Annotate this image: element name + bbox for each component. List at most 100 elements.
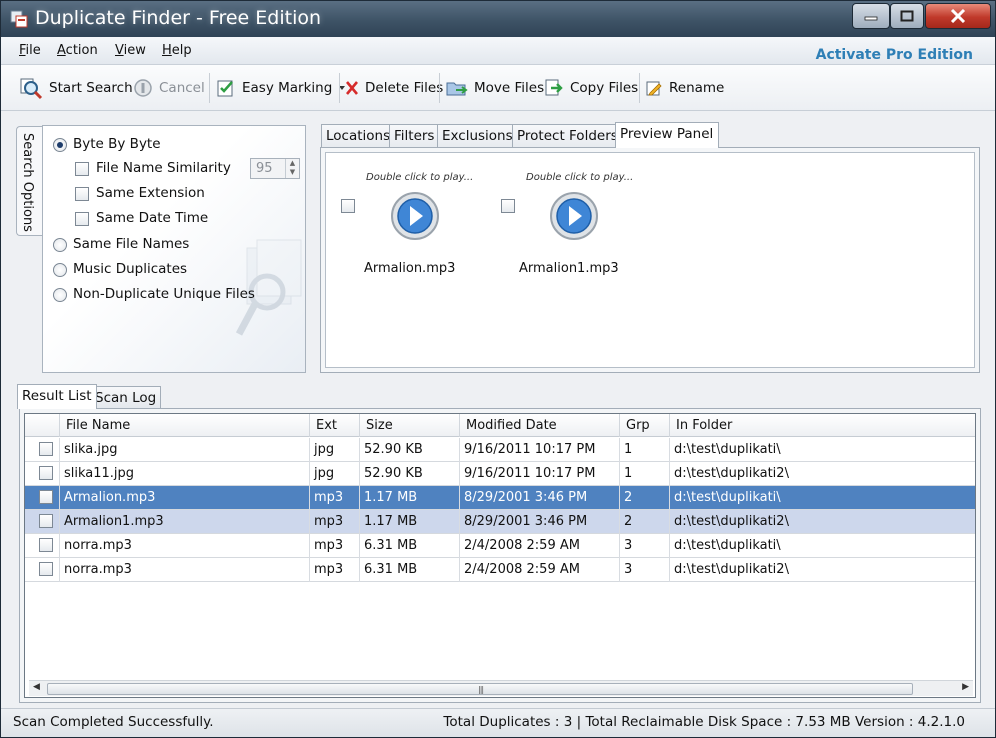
delete-files-button[interactable]: Delete Files [345, 75, 443, 101]
row-checkbox[interactable] [39, 538, 53, 552]
close-button[interactable] [925, 3, 991, 29]
tab-scan-log[interactable]: Scan Log [90, 386, 162, 409]
cell-size: 52.90 KB [360, 462, 460, 486]
music-duplicates-radio[interactable] [53, 263, 67, 277]
table-row[interactable]: Armalion.mp3 mp3 1.17 MB 8/29/2001 3:46 PM 2… [25, 486, 975, 510]
cell-modified-date: 8/29/2001 3:46 PM [460, 510, 620, 534]
tab-protect-folders[interactable]: Protect Folders [512, 124, 624, 148]
cell-ext: mp3 [310, 510, 360, 534]
preview-hint: Double click to play... [526, 172, 634, 183]
cancel-button[interactable]: Cancel [133, 75, 205, 101]
tab-result-list[interactable]: Result List [17, 384, 97, 409]
title-bar[interactable]: Duplicate Finder - Free Edition [1, 1, 995, 37]
non-duplicate-unique-radio[interactable] [53, 288, 67, 302]
activate-pro-link[interactable]: Activate Pro Edition [816, 47, 973, 63]
start-search-label: Start Search [49, 80, 133, 96]
delete-x-icon [346, 81, 358, 95]
rename-button[interactable]: Rename [645, 75, 724, 101]
col-size[interactable]: Size [360, 414, 460, 437]
tab-preview-panel[interactable]: Preview Panel [615, 122, 720, 148]
menu-view[interactable]: View [115, 43, 146, 58]
menu-action[interactable]: Action [57, 43, 98, 58]
preview-area: Double click to play... Armalion.mp3 Dou… [325, 152, 975, 368]
maximize-button[interactable] [890, 3, 924, 29]
file-name-similarity-checkbox[interactable] [75, 162, 89, 176]
play-button-icon[interactable] [549, 191, 599, 241]
similarity-value: 95 [256, 161, 273, 176]
menu-view-rest: iew [123, 43, 146, 58]
scrollbar-thumb[interactable]: ||| [47, 683, 913, 695]
status-message: Scan Completed Successfully. [13, 714, 214, 730]
col-ext[interactable]: Ext [310, 414, 360, 437]
scroll-left-icon[interactable]: ◀ [33, 682, 40, 692]
cell-in-folder: d:\test\duplikati\ [674, 490, 781, 505]
spinner-arrows-icon[interactable]: ▲ ▼ [285, 159, 299, 178]
move-files-button[interactable]: Move Files [446, 75, 544, 101]
table-row[interactable]: slika11.jpg jpg 52.90 KB 9/16/2011 10:17 PM… [25, 462, 975, 486]
row-checkbox[interactable] [39, 514, 53, 528]
start-search-button[interactable]: Start Search [19, 75, 133, 101]
table-row[interactable]: Armalion1.mp3 mp3 1.17 MB 8/29/2001 3:46 PM… [25, 510, 975, 534]
delete-files-label: Delete Files [365, 80, 444, 96]
cell-size: 52.90 KB [360, 438, 460, 462]
preview-file-name: Armalion.mp3 [364, 261, 456, 276]
search-options-tab[interactable]: Search Options [16, 126, 42, 236]
minimize-button[interactable] [852, 3, 890, 29]
scroll-right-icon[interactable]: ▶ [962, 682, 969, 692]
toolbar-separator [439, 73, 440, 103]
table-row[interactable]: norra.mp3 mp3 6.31 MB 2/4/2008 2:59 AM 3 d:\t… [25, 534, 975, 558]
col-in-folder[interactable]: In Folder [670, 414, 975, 437]
cell-ext: jpg [310, 462, 360, 486]
cell-in-folder: d:\test\duplikati2\ [674, 562, 789, 577]
scroll-grip-icon: ||| [478, 685, 484, 694]
col-check [25, 414, 60, 437]
col-grp[interactable]: Grp [620, 414, 670, 437]
toolbar-separator [339, 73, 340, 103]
row-checkbox[interactable] [39, 562, 53, 576]
tab-locations[interactable]: Locations [321, 124, 397, 148]
cell-in-folder: d:\test\duplikati2\ [674, 466, 789, 481]
row-checkbox[interactable] [39, 490, 53, 504]
file-name-similarity-label: File Name Similarity [96, 160, 231, 176]
copy-files-button[interactable]: Copy Files [544, 75, 638, 101]
same-date-time-checkbox[interactable] [75, 212, 89, 226]
col-modified-date[interactable]: Modified Date [460, 414, 620, 437]
tab-exclusions[interactable]: Exclusions [437, 124, 519, 148]
cell-file-name: norra.mp3 [60, 558, 310, 582]
similarity-spinner[interactable]: 95 ▲ ▼ [250, 158, 300, 179]
tab-filters[interactable]: Filters [389, 124, 441, 148]
row-checkbox[interactable] [39, 466, 53, 480]
easy-marking-button[interactable]: Easy Marking [216, 75, 346, 101]
cell-modified-date: 2/4/2008 2:59 AM [460, 534, 620, 558]
col-file-name[interactable]: File Name [60, 414, 310, 437]
preview-panel: Double click to play... Armalion.mp3 Dou… [320, 147, 980, 373]
table-row[interactable]: norra.mp3 mp3 6.31 MB 2/4/2008 2:59 AM 3 d:\t… [25, 558, 975, 582]
toolbar-separator [209, 73, 210, 103]
close-icon [950, 9, 966, 23]
table-row[interactable]: slika.jpg jpg 52.90 KB 9/16/2011 10:17 PM 1 d… [25, 438, 975, 462]
row-checkbox[interactable] [39, 442, 53, 456]
app-window: Duplicate Finder - Free Edition File Act… [0, 0, 996, 738]
byte-by-byte-radio[interactable] [53, 138, 67, 152]
menu-file[interactable]: File [19, 43, 41, 58]
cell-file-name: slika.jpg [60, 438, 310, 462]
window-title: Duplicate Finder - Free Edition [35, 7, 322, 29]
cell-check [25, 438, 60, 462]
magnifier-icon [20, 78, 43, 100]
cell-ext: mp3 [310, 558, 360, 582]
cell-file-name: Armalion.mp3 [60, 486, 310, 510]
horizontal-scrollbar[interactable]: ◀ ||| ▶ [29, 680, 973, 696]
cell-ext: mp3 [310, 486, 360, 510]
menu-help[interactable]: Help [162, 43, 192, 58]
search-options-tab-label: Search Options [20, 133, 35, 232]
preview-item-checkbox[interactable] [501, 199, 515, 213]
play-button-icon[interactable] [390, 191, 440, 241]
menu-bar: File Action View Help Activate Pro Editi… [1, 37, 995, 65]
preview-item-checkbox[interactable] [341, 199, 355, 213]
same-extension-checkbox[interactable] [75, 187, 89, 201]
cell-grp: 2 [620, 486, 670, 510]
toolbar: Start Search Cancel Easy Marking Delete … [1, 65, 995, 111]
checklist-icon [217, 80, 233, 97]
same-file-names-radio[interactable] [53, 238, 67, 252]
status-summary: Total Duplicates : 3 | Total Reclaimable… [443, 714, 965, 730]
